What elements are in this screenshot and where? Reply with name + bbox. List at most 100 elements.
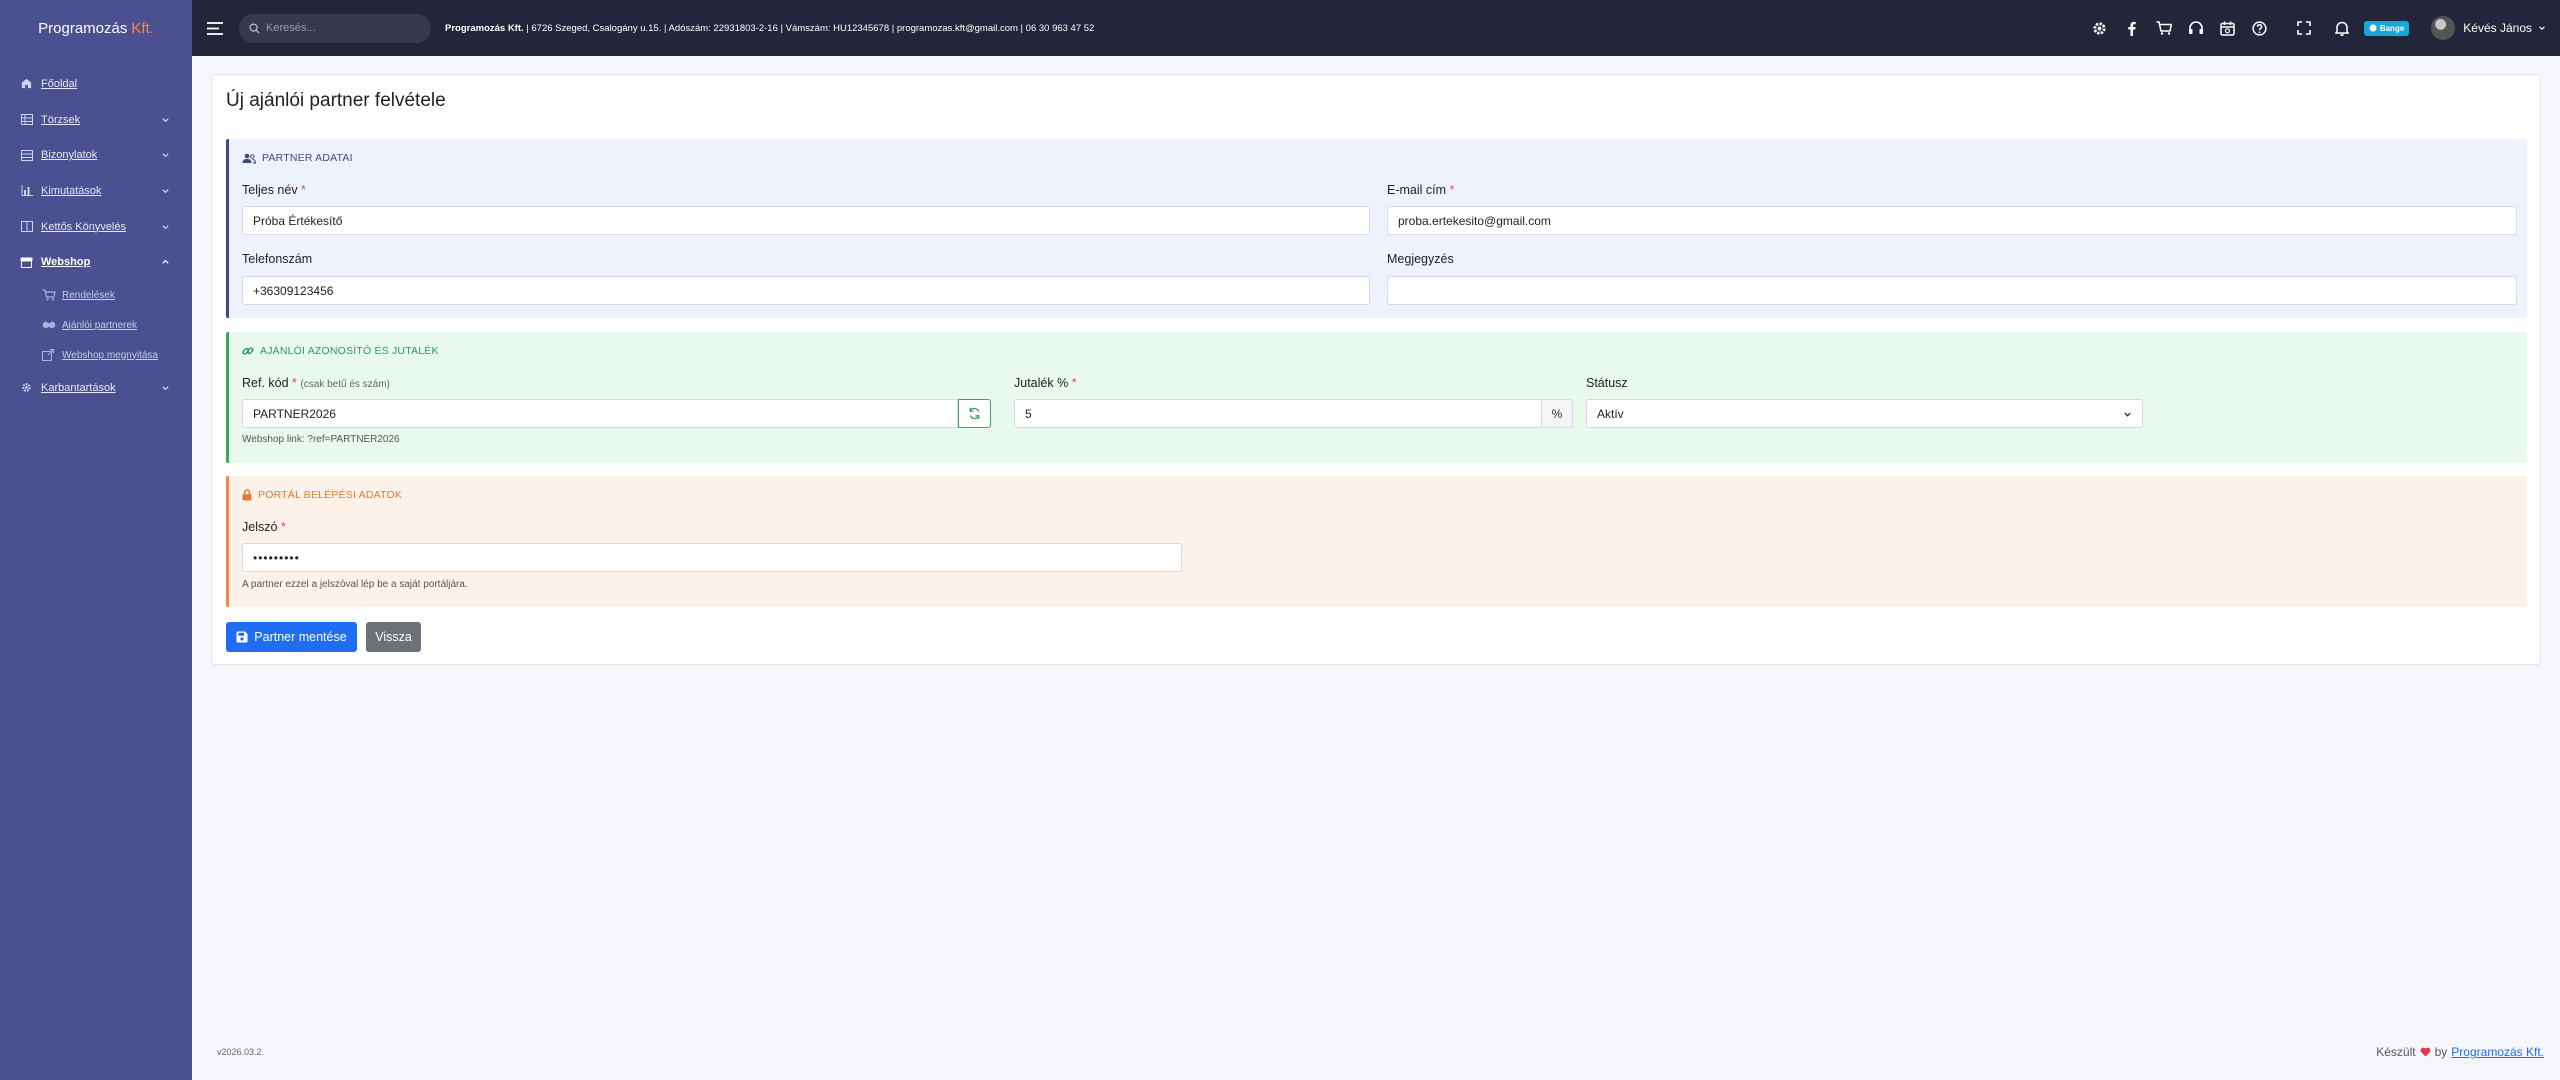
- sidebar-item-kettos-konyveles[interactable]: Kettős Könyvelés: [0, 209, 192, 245]
- cart-icon[interactable]: [2148, 0, 2180, 56]
- company-name: Programozás Kft.: [445, 22, 524, 34]
- company-link[interactable]: Programozás Kft.: [2451, 1045, 2544, 1059]
- search-icon: [249, 22, 260, 34]
- sidebar-item-bizonylatok[interactable]: Bizonylatok: [0, 137, 192, 173]
- sidebar-subitem-webshop-megnyitasa[interactable]: Webshop megnyitása: [0, 340, 192, 370]
- partner-details-section: PARTNER ADATAI Teljes név * Próba Értéke…: [226, 139, 2527, 318]
- gear-icon: [20, 381, 33, 394]
- brand-logo[interactable]: Programozás Kft.: [0, 0, 192, 56]
- made-by-word: by: [2434, 1045, 2448, 1059]
- search-box: [239, 13, 431, 43]
- user-menu[interactable]: Kévés János: [2431, 16, 2546, 40]
- sidebar-item-kimutatasok[interactable]: Kimutatások: [0, 173, 192, 209]
- cart-icon: [42, 289, 56, 301]
- menu-toggle-icon[interactable]: [205, 18, 225, 38]
- sidebar-item-fooldal[interactable]: Főoldal: [0, 66, 192, 102]
- status-badge[interactable]: Bange: [2363, 20, 2410, 36]
- section-heading-text: PORTÁL BELÉPÉSI ADATOK: [258, 489, 403, 501]
- user-name: Kévés János: [2463, 21, 2532, 35]
- lock-icon: [242, 489, 252, 501]
- sidebar-item-label: Webshop: [41, 256, 91, 269]
- calendar-icon[interactable]: [2212, 0, 2244, 56]
- bell-icon[interactable]: [2326, 0, 2358, 56]
- status-selected-value: Aktív: [1597, 406, 1624, 421]
- note-label: Megjegyzés: [1387, 252, 1454, 266]
- link-icon: [242, 347, 254, 355]
- chevron-up-icon: [162, 260, 169, 265]
- status-select[interactable]: Aktív: [1586, 399, 2143, 428]
- external-link-icon: [42, 349, 56, 362]
- made-by: Készült by Programozás Kft.: [2376, 1045, 2544, 1059]
- sidebar-subitem-ajanloi-partnerek[interactable]: Ajánlói partnerek: [0, 310, 192, 340]
- commission-label: Jutalék % *: [1014, 376, 1077, 390]
- chevron-down-icon: [162, 386, 169, 391]
- sidebar-item-label: Kimutatások: [41, 184, 102, 197]
- handshake-icon: [42, 319, 56, 331]
- portal-login-section: PORTÁL BELÉPÉSI ADATOK Jelszó * ••••••••…: [226, 476, 2527, 607]
- heart-icon: [2420, 1047, 2431, 1057]
- facebook-icon[interactable]: [2116, 0, 2148, 56]
- full-name-field[interactable]: Próba Értékesítő: [242, 206, 1370, 235]
- chevron-down-icon: [2124, 412, 2131, 417]
- password-label-text: Jelszó: [242, 520, 278, 534]
- ref-code-label-text: Ref. kód: [242, 376, 289, 390]
- sidebar-item-label: Karbantartások: [41, 381, 116, 394]
- headset-icon[interactable]: [2180, 0, 2212, 56]
- sidebar-subitem-rendelesek[interactable]: Rendelések: [0, 280, 192, 310]
- sidebar-nav: Főoldal Törzsek Bizonylatok Kimutatások: [0, 56, 192, 406]
- home-icon: [20, 77, 33, 90]
- required-mark: *: [1449, 183, 1455, 197]
- sidebar: Programozás Kft. Főoldal Törzsek Bizonyl…: [0, 0, 192, 1080]
- fullscreen-icon[interactable]: [2288, 0, 2320, 56]
- regenerate-ref-button[interactable]: [958, 399, 991, 428]
- search-input[interactable]: [266, 22, 416, 34]
- sidebar-item-label: Törzsek: [41, 113, 81, 126]
- percent-suffix: %: [1542, 399, 1573, 428]
- company-details: | 6726 Szeged, Csalogány u.15. | Adószám…: [523, 22, 1095, 34]
- webshop-link-text: Webshop link: ?ref=PARTNER2026: [242, 434, 400, 445]
- settings-icon[interactable]: [2084, 0, 2116, 56]
- required-mark: *: [280, 520, 286, 534]
- referral-section: AJÁNLÓI AZONOSÍTÓ ÉS JUTALÉK Ref. kód * …: [226, 332, 2527, 463]
- sidebar-item-karbantartasok[interactable]: Karbantartások: [0, 370, 192, 406]
- ref-code-field[interactable]: PARTNER2026: [242, 399, 958, 428]
- commission-label-text: Jutalék %: [1014, 376, 1069, 390]
- save-partner-button[interactable]: Partner mentése: [226, 622, 357, 652]
- calculator-icon: [20, 220, 33, 233]
- status-label: Státusz: [1586, 376, 1628, 390]
- section-heading: PORTÁL BELÉPÉSI ADATOK: [242, 489, 402, 501]
- ref-code-label: Ref. kód * (csak betű és szám): [242, 376, 390, 390]
- sidebar-item-torzsek[interactable]: Törzsek: [0, 102, 192, 138]
- partner-form-card: Új ajánlói partner felvétele PARTNER ADA…: [211, 74, 2541, 665]
- email-label: E-mail cím *: [1387, 183, 1454, 197]
- sidebar-subitem-label: Rendelések: [62, 289, 115, 301]
- ref-code-hint: (csak betű és szám): [300, 379, 390, 390]
- section-heading: AJÁNLÓI AZONOSÍTÓ ÉS JUTALÉK: [242, 345, 439, 357]
- save-button-label: Partner mentése: [254, 630, 347, 644]
- bar-chart-icon: [20, 184, 33, 197]
- required-mark: *: [301, 183, 306, 197]
- section-heading-text: AJÁNLÓI AZONOSÍTÓ ÉS JUTALÉK: [260, 345, 439, 357]
- password-field[interactable]: •••••••••: [242, 543, 1182, 572]
- section-heading: PARTNER ADATAI: [242, 152, 353, 164]
- full-name-label-text: Teljes név: [242, 183, 298, 197]
- avatar: [2431, 16, 2456, 40]
- back-button[interactable]: Vissza: [366, 622, 421, 652]
- email-field[interactable]: proba.ertekesito@gmail.com: [1387, 206, 2517, 235]
- phone-field[interactable]: +36309123456: [242, 276, 1370, 305]
- sidebar-subitem-label: Ajánlói partnerek: [62, 319, 138, 331]
- store-icon: [20, 256, 33, 269]
- sidebar-item-webshop[interactable]: Webshop: [0, 244, 192, 280]
- refresh-icon: [969, 407, 980, 420]
- badge-label: Bange: [2379, 23, 2405, 33]
- sidebar-item-label: Bizonylatok: [41, 149, 98, 162]
- email-label-text: E-mail cím: [1387, 183, 1447, 197]
- chevron-down-icon: [162, 224, 169, 229]
- help-icon[interactable]: [2244, 0, 2276, 56]
- made-prefix: Készült: [2376, 1045, 2416, 1059]
- sidebar-subitem-label: Webshop megnyitása: [62, 349, 158, 361]
- save-icon: [236, 631, 248, 643]
- note-field[interactable]: [1387, 276, 2517, 305]
- commission-field[interactable]: 5: [1014, 399, 1542, 428]
- password-label: Jelszó *: [242, 520, 286, 534]
